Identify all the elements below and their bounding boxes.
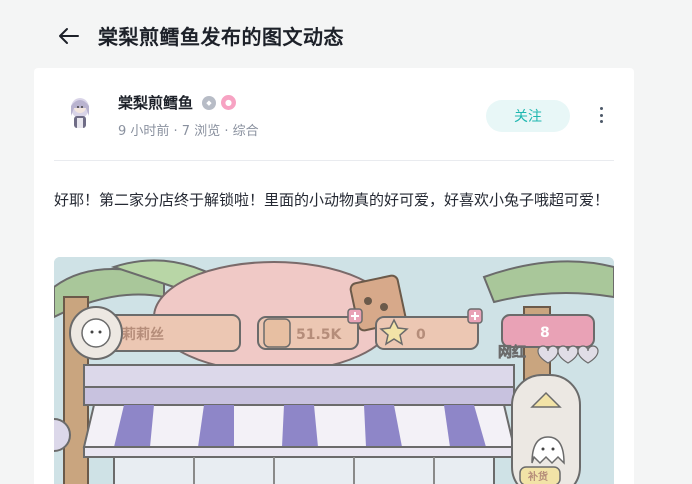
page-header: 棠梨煎鳕鱼发布的图文动态 bbox=[0, 0, 692, 68]
avatar[interactable] bbox=[62, 92, 98, 132]
more-options-icon[interactable] bbox=[594, 104, 608, 126]
divider bbox=[54, 160, 614, 161]
hud-level-panel: 8 网红 bbox=[498, 314, 599, 364]
post-meta: 9 小时前 · 7 浏览 · 综合 bbox=[118, 124, 259, 139]
side-restock-panel: 补货 bbox=[511, 374, 581, 484]
hud-currency-panel: 51.5K bbox=[257, 316, 359, 350]
hud-player-panel: 莉莉丝 bbox=[69, 306, 241, 360]
follow-button[interactable]: 关注 bbox=[486, 100, 570, 132]
hud-player-name: 莉莉丝 bbox=[122, 326, 164, 343]
level-badge-icon: ◆ bbox=[202, 96, 216, 110]
page-title: 棠梨煎鳕鱼发布的图文动态 bbox=[98, 25, 344, 49]
hud-fame-label: 网红 bbox=[498, 344, 526, 361]
post-image[interactable]: 莉莉丝 51.5K 0 8 网红 补货 bbox=[54, 257, 614, 484]
shop-awning bbox=[82, 404, 516, 458]
post-card: 棠梨煎鳕鱼 ◆ ● 9 小时前 · 7 浏览 · 综合 关注 好耶！第二家分店终… bbox=[34, 68, 634, 484]
author-name[interactable]: 棠梨煎鳕鱼 bbox=[118, 92, 193, 113]
creator-badge-icon: ● bbox=[221, 95, 236, 110]
back-arrow-icon[interactable] bbox=[56, 24, 80, 48]
post-text: 好耶！第二家分店终于解锁啦！里面的小动物真的好可爱，好喜欢小兔子哦超可爱！ bbox=[54, 191, 610, 209]
hud-currency-value: 51.5K bbox=[296, 327, 343, 343]
hud-stars-value: 0 bbox=[416, 327, 426, 343]
hud-level-value: 8 bbox=[540, 325, 550, 341]
side-restock-label: 补货 bbox=[527, 470, 548, 483]
